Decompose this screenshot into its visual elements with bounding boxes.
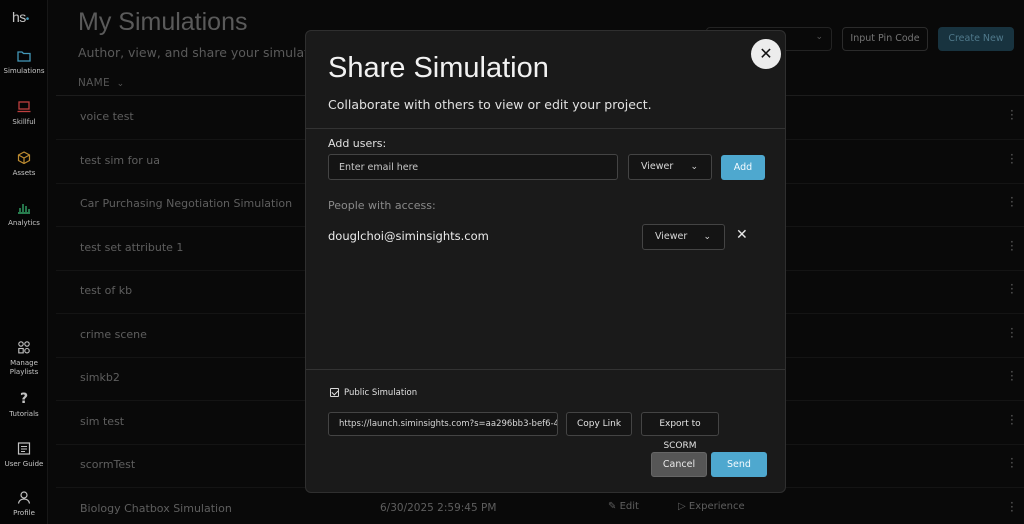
app-root: hs• Simulations Skillful Assets Analytic… [0,0,1024,524]
copy-link-button[interactable]: Copy Link [566,412,632,436]
chevron-down-icon: ⌄ [690,162,698,172]
chevron-down-icon: ⌄ [703,232,711,242]
add-button[interactable]: Add [721,155,765,180]
remove-user-icon[interactable]: ✕ [736,227,748,243]
public-simulation-label: Public Simulation [344,388,418,398]
people-with-access-label: People with access: [328,199,436,212]
add-users-label: Add users: [328,137,387,150]
cancel-button[interactable]: Cancel [651,452,707,477]
user-role-select[interactable]: Viewer ⌄ [642,224,725,250]
close-button[interactable]: ✕ [751,39,781,69]
email-input[interactable] [328,154,618,180]
modal-subtitle: Collaborate with others to view or edit … [328,97,652,112]
role-select-value: Viewer [641,161,674,172]
user-email: douglchoi@siminsights.com [328,229,489,243]
share-simulation-modal: Share Simulation Collaborate with others… [305,30,786,493]
modal-title: Share Simulation [328,52,549,84]
close-icon: ✕ [759,44,773,63]
public-simulation-checkbox[interactable] [330,388,339,397]
modal-divider [306,128,785,129]
modal-divider [306,369,785,370]
role-select[interactable]: Viewer ⌄ [628,154,712,180]
user-role-value: Viewer [655,231,688,242]
export-to-scorm-button[interactable]: Export to SCORM [641,412,719,451]
send-button[interactable]: Send [711,452,767,477]
share-link-field[interactable]: https://launch.siminsights.com?s=aa296bb… [328,412,558,436]
